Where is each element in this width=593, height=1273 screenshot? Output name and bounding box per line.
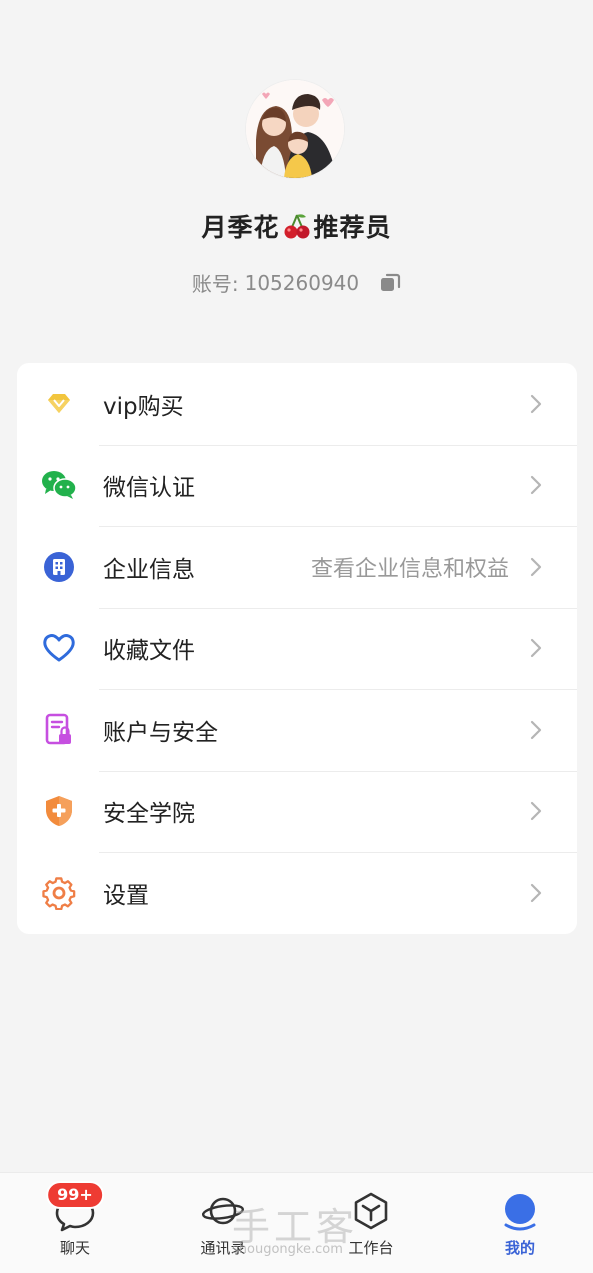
menu-card: vip购买 微信认证 企业信息 查看企业信息和权益 收藏文件 账户与安全 安全学… (17, 363, 577, 934)
menu-item-security-academy[interactable]: 安全学院 (17, 770, 577, 853)
unread-badge: 99+ (46, 1181, 104, 1209)
menu-item-label: vip购买 (103, 393, 184, 420)
tab-label: 通讯录 (200, 1239, 246, 1257)
chevron-right-icon (530, 720, 542, 739)
menu-item-label: 设置 (103, 882, 149, 909)
chevron-right-icon (530, 476, 542, 495)
menu-item-wechat-auth[interactable]: 微信认证 (17, 444, 577, 527)
account-number: 105260940 (244, 270, 360, 295)
menu-item-account-security[interactable]: 账户与安全 (17, 689, 577, 771)
building-icon (41, 549, 77, 585)
account-label: 账号: (191, 272, 239, 296)
profile-icon (498, 1189, 542, 1233)
gear-icon (41, 875, 77, 911)
chevron-right-icon (530, 883, 542, 902)
chevron-right-icon (530, 639, 542, 658)
menu-item-label: 账户与安全 (103, 719, 218, 746)
profile-name-text: 月季花 (201, 213, 280, 242)
bottom-tab-bar: 99+ 聊天 通讯录 工作台 我的 (0, 1172, 593, 1273)
profile-name: 月季花 推荐员 (0, 208, 593, 244)
profile-header: 月季花 推荐员 账号: 105260940 (0, 0, 593, 330)
wechat-icon (41, 467, 77, 503)
heart-icon (41, 630, 77, 666)
copy-icon[interactable] (379, 272, 401, 294)
menu-item-label: 微信认证 (103, 475, 195, 502)
chevron-right-icon (530, 557, 542, 576)
menu-item-favorites[interactable]: 收藏文件 (17, 607, 577, 690)
account-security-icon (41, 712, 77, 748)
menu-item-label: 安全学院 (103, 801, 195, 828)
shield-icon (41, 793, 77, 829)
menu-item-enterprise-info[interactable]: 企业信息 查看企业信息和权益 (17, 526, 577, 608)
planet-icon (201, 1189, 245, 1233)
menu-item-hint: 查看企业信息和权益 (310, 556, 509, 582)
tab-contacts[interactable]: 通讯录 (173, 1173, 273, 1273)
tab-workspace[interactable]: 工作台 (321, 1173, 421, 1273)
diamond-icon (41, 386, 77, 422)
tab-me[interactable]: 我的 (470, 1173, 570, 1273)
menu-item-settings[interactable]: 设置 (17, 852, 577, 934)
profile-role: 推荐员 (313, 213, 392, 242)
menu-item-vip[interactable]: vip购买 (17, 363, 577, 445)
menu-item-label: 收藏文件 (103, 638, 195, 665)
account-row: 账号: 105260940 (0, 268, 593, 297)
tab-label: 我的 (504, 1239, 535, 1257)
menu-item-label: 企业信息 (103, 556, 195, 583)
avatar[interactable] (246, 80, 344, 178)
chevron-right-icon (530, 394, 542, 413)
cherry-icon (282, 211, 312, 241)
chevron-right-icon (530, 802, 542, 821)
tab-label: 聊天 (59, 1239, 90, 1257)
tab-label: 工作台 (348, 1239, 394, 1257)
cube-icon (349, 1189, 393, 1233)
tab-chat[interactable]: 99+ 聊天 (25, 1173, 125, 1273)
